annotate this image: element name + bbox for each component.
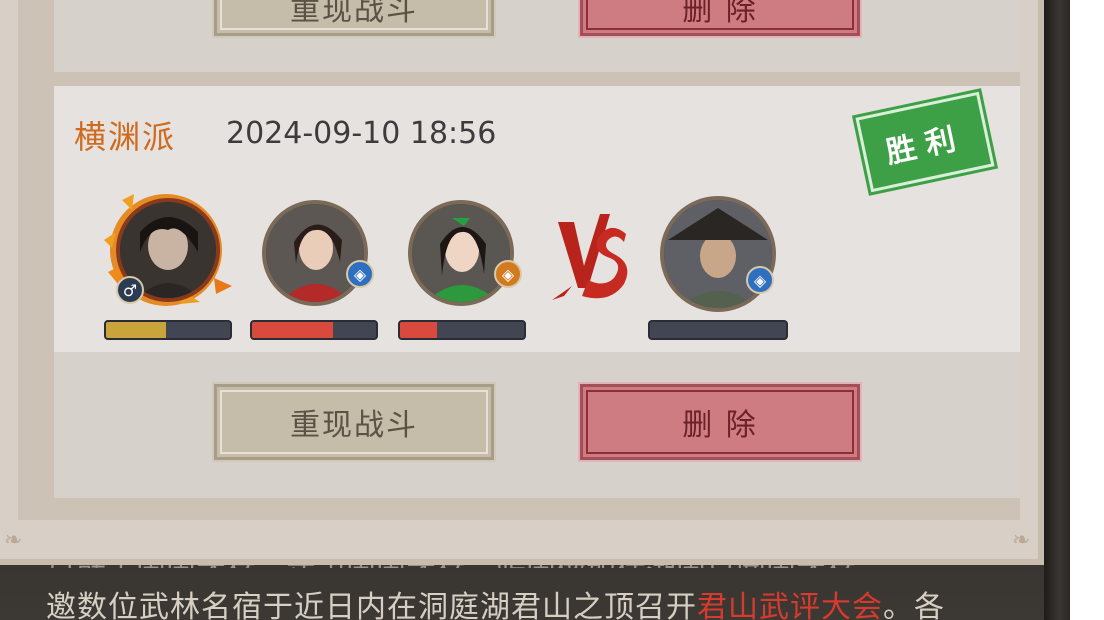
delete-button[interactable]: 删 除 [580, 0, 860, 36]
sect-name: 横渊派 [74, 118, 177, 156]
hero-2-hp-bar [250, 320, 378, 340]
hero-1-hp-bar [104, 320, 232, 340]
battle-timestamp: 2024-09-10 18:56 [226, 116, 497, 151]
hero-3-hp-fill [400, 322, 438, 338]
enemy-1-avatar[interactable] [660, 196, 776, 312]
hero-3-avatar[interactable] [408, 200, 514, 306]
story-text: 邀数位武林名宿于近日内在洞庭湖君山之顶召开君山武评大会。各 [46, 582, 945, 620]
corner-ornament-icon: ❧ [4, 528, 23, 553]
hero-2-avatar[interactable] [262, 200, 368, 306]
hero-3-hp-bar [398, 320, 526, 340]
male-symbol-icon: ♂ [116, 276, 144, 304]
story-text-tail: 。各 [883, 590, 945, 620]
enemy-1-hp-bar [648, 320, 788, 340]
blue-element-icon: ◈ [346, 260, 374, 288]
battle-card-previous: 重现战斗 删 除 [54, 0, 1020, 72]
story-text-main: 邀数位武林名宿于近日内在洞庭湖君山之顶召开 [46, 590, 697, 620]
hero-2-hp-fill [252, 322, 333, 338]
blue-element-icon: ◈ [746, 266, 774, 294]
replay-battle-button[interactable]: 重现战斗 [214, 384, 494, 460]
hero-1-frame[interactable]: ♂ [94, 192, 240, 310]
orange-element-icon: ◈ [494, 260, 522, 288]
right-edge [1044, 0, 1070, 620]
story-highlight-link[interactable]: 君山武评大会 [697, 590, 883, 620]
delete-button[interactable]: 删 除 [580, 384, 860, 460]
vs-icon [552, 214, 628, 300]
hero-1-hp-fill [106, 322, 166, 338]
corner-ornament-icon: ❧ [1012, 528, 1031, 553]
replay-battle-button[interactable]: 重现战斗 [214, 0, 494, 36]
